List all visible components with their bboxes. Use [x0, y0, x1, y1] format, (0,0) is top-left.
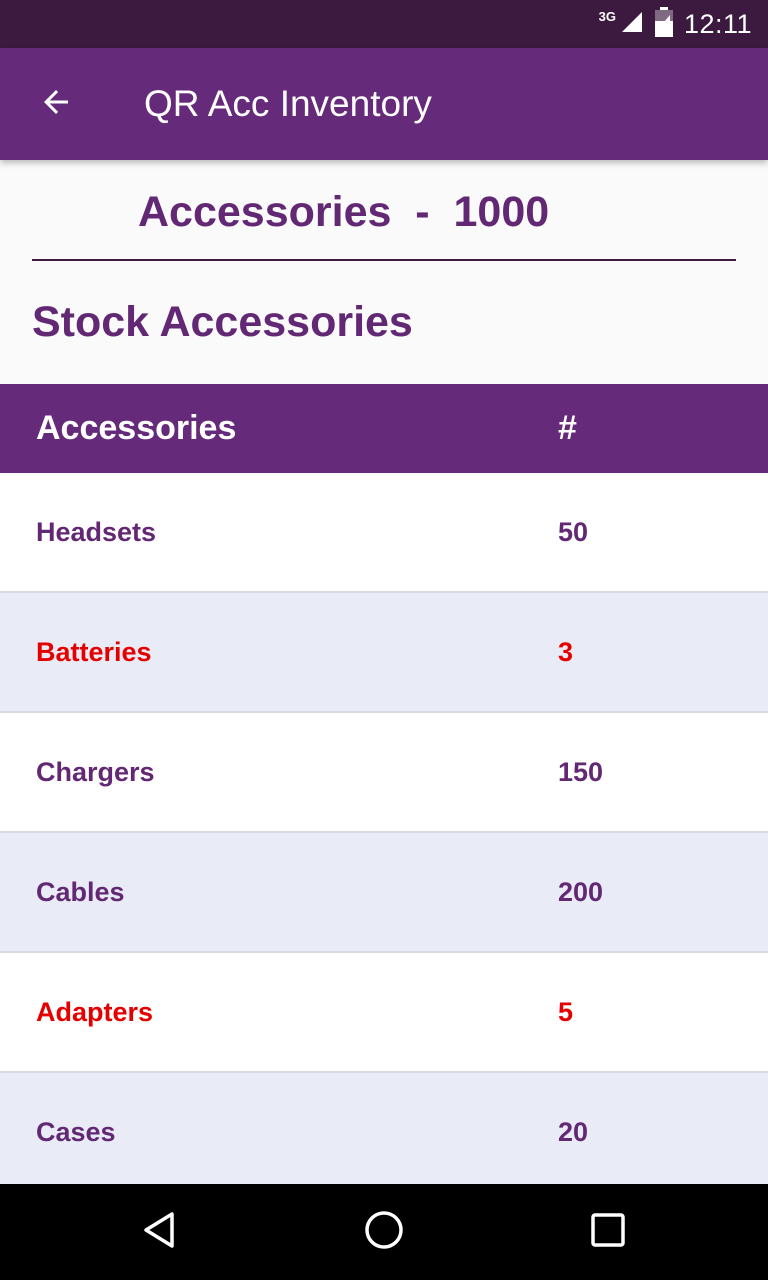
accessory-name: Chargers: [36, 756, 155, 787]
home-circle-icon: [363, 1209, 405, 1256]
signal-icon: [620, 10, 644, 39]
table-row[interactable]: Chargers 150: [0, 713, 768, 833]
status-bar: 3G 12:11: [0, 0, 768, 48]
column-header-count: #: [558, 409, 577, 447]
table-row[interactable]: Cables 200: [0, 833, 768, 953]
nav-recents-button[interactable]: [560, 1184, 656, 1280]
section-title: Stock Accessories: [32, 298, 413, 346]
accessory-count: 50: [558, 516, 589, 547]
accessory-count: 200: [558, 876, 604, 907]
nav-home-button[interactable]: [336, 1184, 432, 1280]
app-bar: QR Acc Inventory: [0, 48, 768, 160]
page-title: QR Acc Inventory: [144, 83, 432, 124]
back-button[interactable]: [20, 76, 92, 132]
accessory-name: Adapters: [36, 996, 154, 1027]
column-header-accessories: Accessories: [36, 409, 237, 447]
nav-back-button[interactable]: [112, 1184, 208, 1280]
table-header: Accessories #: [0, 384, 768, 473]
back-triangle-icon: [140, 1210, 180, 1255]
summary-section: Accessories - 1000: [0, 160, 768, 260]
table-row[interactable]: Batteries 3: [0, 593, 768, 713]
accessory-count: 20: [558, 1116, 589, 1147]
accessory-name: Cases: [36, 1116, 116, 1147]
recents-square-icon: [590, 1212, 626, 1253]
network-type-label: 3G: [598, 8, 616, 24]
accessory-count: 3: [558, 636, 574, 667]
accessory-count: 150: [558, 756, 604, 787]
clock: 12:11: [683, 8, 752, 39]
accessory-name: Headsets: [36, 516, 157, 547]
navigation-bar: [0, 1184, 768, 1280]
battery-icon: [654, 6, 674, 42]
table-row[interactable]: Headsets 50: [0, 473, 768, 593]
status-icons: 3G 12:11: [599, 0, 752, 48]
summary-divider: [32, 259, 736, 261]
accessories-total: Accessories - 1000: [138, 188, 550, 236]
accessory-count: 5: [558, 996, 574, 1027]
accessory-name: Batteries: [36, 636, 152, 667]
inventory-table: Headsets 50 Batteries 3 Chargers 150 Cab…: [0, 473, 768, 1185]
table-row[interactable]: Cases 20: [0, 1073, 768, 1185]
accessory-name: Cables: [36, 876, 125, 907]
table-row[interactable]: Adapters 5: [0, 953, 768, 1073]
arrow-back-icon: [38, 84, 74, 125]
